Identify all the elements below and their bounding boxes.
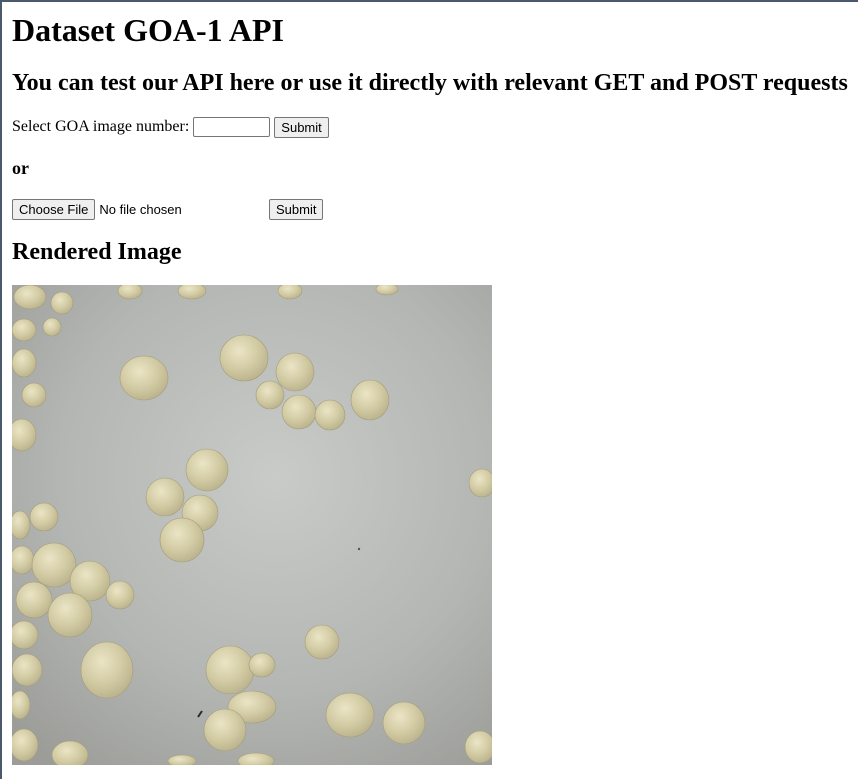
image-number-input[interactable] (193, 117, 271, 137)
image-number-form: Select GOA image number: Submit (12, 116, 329, 138)
file-status-text: No file chosen (99, 201, 182, 217)
page-title: Dataset GOA-1 API (12, 12, 284, 48)
choose-file-button[interactable]: Choose File (12, 198, 96, 220)
rendered-image-heading: Rendered Image (12, 239, 182, 265)
image-number-label: Select GOA image number: (12, 118, 190, 135)
submit-number-button[interactable]: Submit (274, 116, 329, 138)
file-input[interactable]: Choose File No file chosen (12, 198, 269, 220)
or-separator: or (12, 158, 29, 178)
page-subtitle: You can test our API here or use it dire… (12, 70, 848, 96)
seed-photo-image (12, 285, 492, 765)
file-upload-form: Choose File No file chosen Submit (12, 198, 324, 220)
submit-file-button[interactable]: Submit (269, 198, 324, 220)
rendered-image (12, 285, 492, 765)
